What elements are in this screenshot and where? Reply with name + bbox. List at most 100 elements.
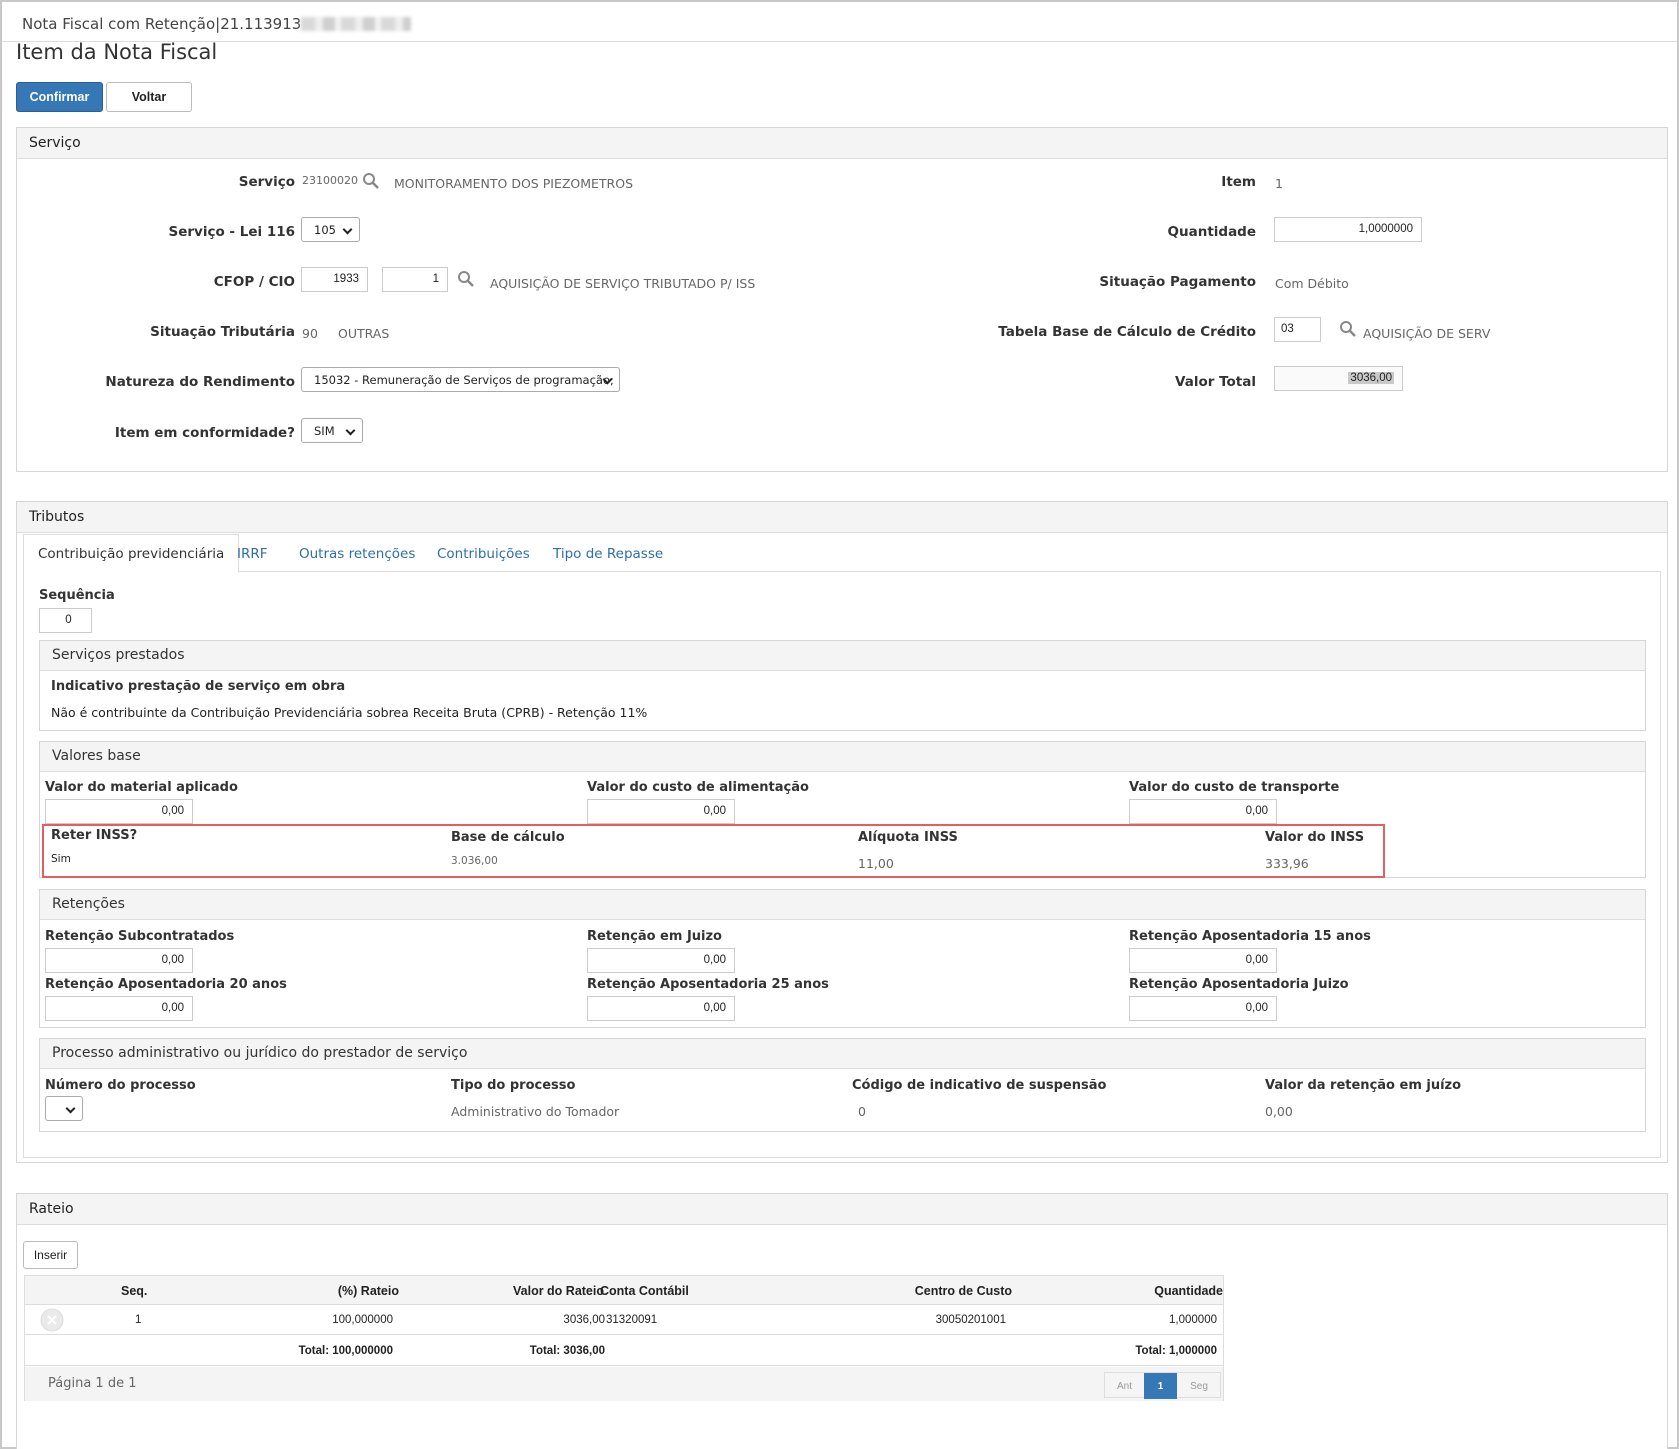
total-valor: Total: 3036,00	[529, 1345, 605, 1357]
tab-tipo-de-repasse[interactable]: Tipo de Repasse	[553, 546, 663, 562]
transporte-input[interactable]: 0,00	[1129, 799, 1277, 824]
retencao-subcontratados-input[interactable]: 0,00	[45, 948, 193, 973]
valor-inss-value: 333,96	[1265, 856, 1309, 871]
retencoes-title: Retenções	[40, 890, 1645, 920]
tabela-base-input[interactable]: 03	[1274, 317, 1321, 342]
tabela-base-label: Tabela Base de Cálculo de Crédito	[998, 324, 1256, 340]
retencao-apos20-label: Retenção Aposentadoria 20 anos	[45, 977, 287, 992]
situacao-tributaria-description: OUTRAS	[338, 326, 390, 341]
situacao-pagamento-label: Situação Pagamento	[1099, 274, 1256, 290]
item-label: Item	[1221, 174, 1256, 190]
pagination: Ant 1 Seg	[1104, 1372, 1221, 1399]
natureza-select[interactable]: 15032 - Remuneração de Serviços de progr…	[301, 367, 620, 392]
quantidade-label: Quantidade	[1167, 224, 1256, 240]
pagination-info: Página 1 de 1	[48, 1376, 137, 1391]
situacao-pagamento-value: Com Débito	[1275, 276, 1349, 291]
aliquota-inss-label: Alíquota INSS	[858, 830, 958, 845]
retencao-apos25-label: Retenção Aposentadoria 25 anos	[587, 977, 829, 992]
column-header: Valor do Rateio	[513, 1284, 604, 1298]
servicos-prestados-title: Serviços prestados	[40, 641, 1645, 671]
natureza-label: Natureza do Rendimento	[105, 374, 295, 390]
numero-processo-label: Número do processo	[45, 1078, 196, 1093]
servicos-prestados-panel: Serviços prestados Indicativo prestação …	[39, 640, 1646, 731]
material-input[interactable]: 0,00	[45, 799, 193, 824]
search-icon[interactable]	[457, 270, 475, 288]
retencao-apos25-input[interactable]: 0,00	[587, 996, 735, 1021]
valor-total-label: Valor Total	[1175, 374, 1256, 390]
column-header: Conta Contábil	[600, 1284, 689, 1298]
tab-contribuicoes[interactable]: Contribuições	[437, 546, 530, 562]
item-value: 1	[1275, 176, 1283, 191]
tab-contribuicao-previdenciaria[interactable]: Contribuição previdenciária	[23, 534, 240, 573]
window-titlebar: Nota Fiscal com Retenção|21.113913	[2, 2, 1677, 42]
cell-rateio: 100,000000	[332, 1314, 393, 1326]
lei116-select[interactable]: 105	[301, 217, 360, 242]
conformidade-select[interactable]: SIM	[301, 418, 363, 443]
numero-processo-select[interactable]	[45, 1096, 83, 1121]
codigo-suspensao-value: 0	[858, 1104, 866, 1119]
cell-conta: 31320091	[606, 1314, 658, 1326]
back-button[interactable]: Voltar	[106, 82, 192, 112]
cio-input[interactable]: 1	[382, 267, 448, 292]
servico-panel: Serviço Serviço 23100020 MONITORAMENTO D…	[16, 127, 1668, 472]
retencao-apos15-input[interactable]: 0,00	[1129, 948, 1277, 973]
servico-panel-title: Serviço	[17, 128, 1667, 159]
retencao-apos-juizo-input[interactable]: 0,00	[1129, 996, 1277, 1021]
table-totals-row: Total: 100,000000 Total: 3036,00 Total: …	[25, 1336, 1223, 1366]
total-quantidade: Total: 1,000000	[1135, 1345, 1217, 1357]
cfop-description: AQUISIÇÃO DE SERVIÇO TRIBUTADO P/ ISS	[490, 276, 756, 291]
retencao-apos20-input[interactable]: 0,00	[45, 996, 193, 1021]
insert-button[interactable]: Inserir	[23, 1241, 78, 1269]
codigo-suspensao-label: Código de indicativo de suspensão	[852, 1078, 1107, 1093]
valores-base-title: Valores base	[40, 742, 1645, 772]
confirm-button[interactable]: Confirmar	[16, 82, 103, 112]
indicativo-value: Não é contribuinte da Contribuição Previ…	[51, 705, 648, 720]
indicativo-label: Indicativo prestação de serviço em obra	[51, 679, 346, 694]
lei116-label: Serviço - Lei 116	[168, 224, 295, 240]
valor-retencao-juizo-label: Valor da retenção em juízo	[1265, 1078, 1462, 1093]
tipo-processo-label: Tipo do processo	[451, 1078, 576, 1093]
redacted-area	[301, 17, 412, 31]
reter-inss-label: Reter INSS?	[51, 828, 138, 843]
cell-quantidade: 1,000000	[1169, 1314, 1217, 1326]
servico-description: MONITORAMENTO DOS PIEZOMETROS	[394, 176, 634, 191]
transporte-label: Valor do custo de transporte	[1129, 780, 1340, 795]
aliquota-inss-value: 11,00	[858, 856, 894, 871]
pagination-current[interactable]: 1	[1144, 1373, 1177, 1399]
processo-title: Processo administrativo ou jurídico do p…	[40, 1039, 1645, 1069]
pagination-next[interactable]: Seg	[1177, 1373, 1221, 1399]
rateio-panel-title: Rateio	[17, 1194, 1667, 1225]
sequencia-input[interactable]: 0	[39, 608, 92, 633]
retencao-juizo-input[interactable]: 0,00	[587, 948, 735, 973]
search-icon[interactable]	[362, 172, 380, 190]
quantidade-input[interactable]: 1,0000000	[1274, 217, 1422, 242]
alimentacao-label: Valor do custo de alimentação	[587, 780, 809, 795]
pagination-prev[interactable]: Ant	[1105, 1373, 1144, 1399]
situacao-tributaria-code: 90	[302, 326, 318, 341]
table-row: 1 100,000000 3036,00 31320091 3005020100…	[25, 1305, 1223, 1335]
total-rateio: Total: 100,000000	[298, 1345, 393, 1357]
sequencia-label: Sequência	[39, 588, 115, 603]
base-calculo-label: Base de cálculo	[451, 830, 565, 845]
search-icon[interactable]	[1339, 320, 1357, 338]
servico-label: Serviço	[238, 174, 295, 190]
valores-base-panel: Valores base Valor do material aplicado …	[39, 741, 1646, 878]
window-title: Nota Fiscal com Retenção|21.113913	[22, 15, 302, 33]
remove-row-icon[interactable]	[40, 1308, 64, 1332]
alimentacao-input[interactable]: 0,00	[587, 799, 735, 824]
retencao-juizo-label: Retenção em Juizo	[587, 929, 722, 944]
processo-panel: Processo administrativo ou jurídico do p…	[39, 1038, 1646, 1132]
cfop-input[interactable]: 1933	[301, 267, 368, 292]
retencoes-panel: Retenções Retenção Subcontratados 0,00 R…	[39, 889, 1646, 1028]
valor-total-value: 3036,00	[1348, 372, 1394, 384]
reter-inss-value: Sim	[51, 853, 71, 865]
table-footer: Página 1 de 1 Ant 1 Seg	[25, 1367, 1223, 1401]
valor-inss-label: Valor do INSS	[1265, 830, 1365, 845]
conformidade-label: Item em conformidade?	[114, 425, 295, 441]
retencao-apos15-label: Retenção Aposentadoria 15 anos	[1129, 929, 1371, 944]
valor-retencao-juizo-value: 0,00	[1265, 1104, 1293, 1119]
retencao-apos-juizo-label: Retenção Aposentadoria Juizo	[1129, 977, 1349, 992]
tab-outras-retencoes[interactable]: Outras retenções	[299, 546, 415, 562]
tipo-processo-value: Administrativo do Tomador	[451, 1104, 620, 1119]
tab-irrf[interactable]: IRRF	[237, 546, 268, 562]
